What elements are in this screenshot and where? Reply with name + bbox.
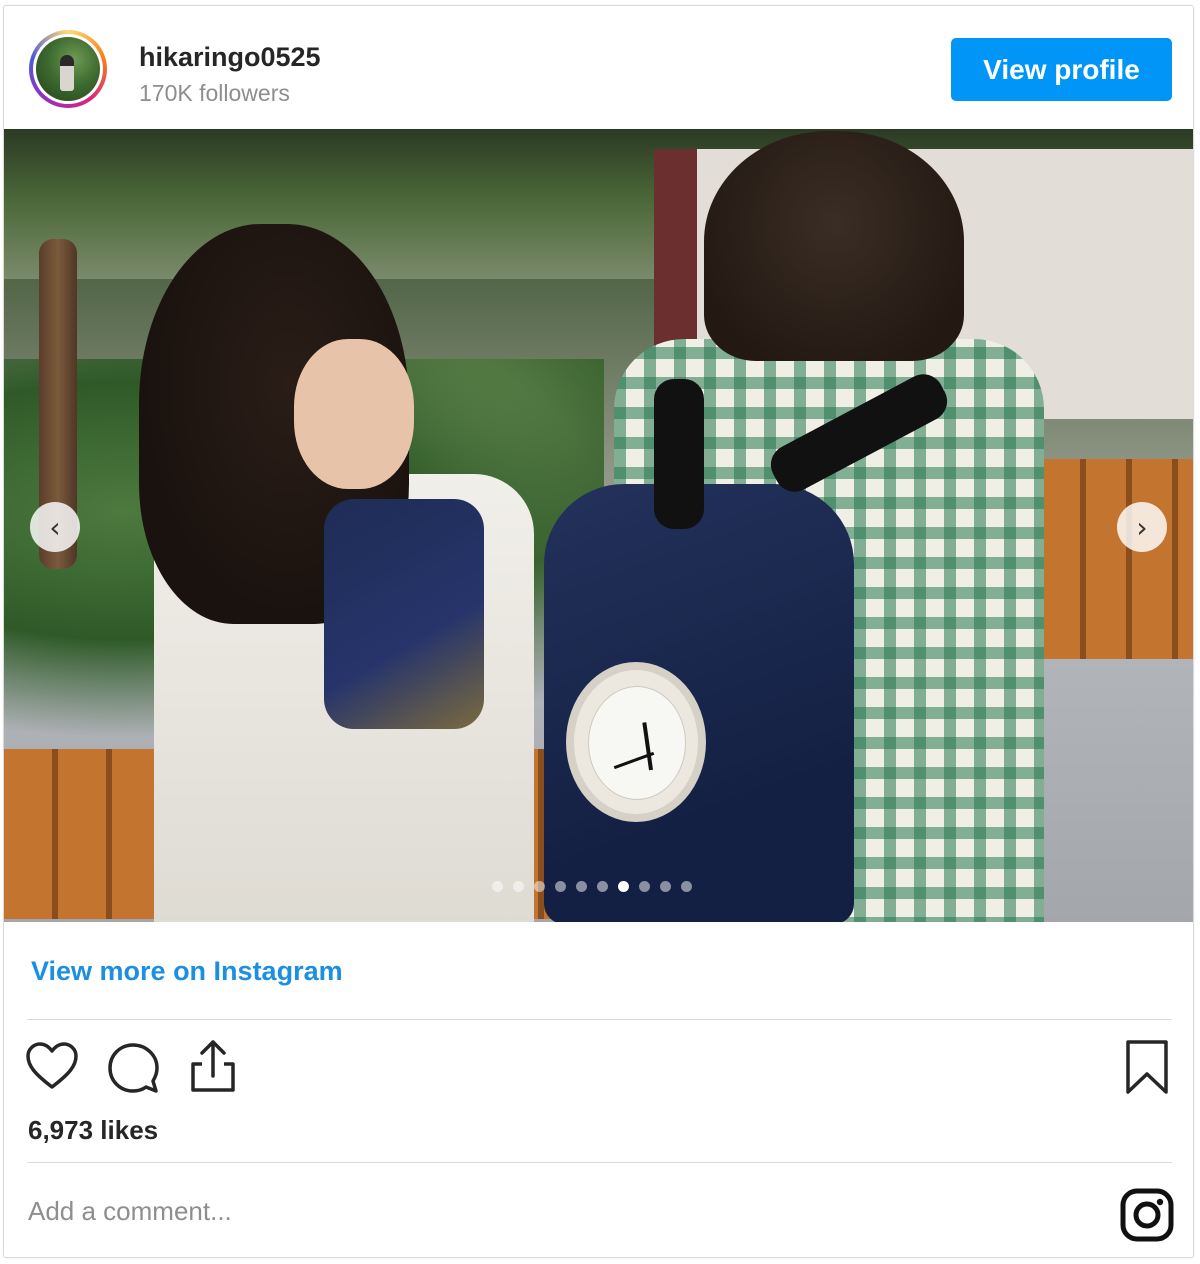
divider [27, 1019, 1172, 1020]
instagram-embed-card: hikaringo0525 170K followers View profil… [3, 5, 1194, 1258]
carousel-dot [555, 881, 566, 892]
comment-input[interactable]: Add a comment... [28, 1196, 232, 1227]
bookmark-icon[interactable] [1124, 1038, 1170, 1101]
carousel-dot [576, 881, 587, 892]
carousel-dot [597, 881, 608, 892]
clock-image [566, 662, 706, 822]
chevron-right-icon: › [1136, 510, 1148, 544]
instagram-logo-icon[interactable] [1119, 1187, 1175, 1248]
post-header: hikaringo0525 170K followers View profil… [4, 6, 1193, 129]
heart-icon[interactable] [25, 1041, 79, 1096]
follower-count: 170K followers [139, 80, 290, 106]
carousel-dot [534, 881, 545, 892]
carousel-dot [681, 881, 692, 892]
carousel-dot [660, 881, 671, 892]
carousel-dot [492, 881, 503, 892]
view-profile-button[interactable]: View profile [951, 38, 1172, 101]
comment-icon[interactable] [106, 1041, 160, 1100]
avatar[interactable] [29, 30, 107, 108]
carousel-indicator [492, 881, 692, 892]
carousel-dot [618, 881, 629, 892]
share-icon[interactable] [186, 1036, 240, 1099]
like-count[interactable]: 6,973 likes [28, 1115, 158, 1146]
post-photo[interactable]: ‹ › [4, 129, 1193, 922]
view-more-link[interactable]: View more on Instagram [31, 956, 343, 987]
carousel-prev-button[interactable]: ‹ [30, 502, 80, 552]
avatar-image [36, 37, 100, 101]
carousel-dot [639, 881, 650, 892]
carousel-next-button[interactable]: › [1117, 502, 1167, 552]
carousel-dot [513, 881, 524, 892]
username[interactable]: hikaringo0525 [139, 42, 321, 73]
chevron-left-icon: ‹ [49, 510, 61, 544]
divider [27, 1162, 1172, 1163]
